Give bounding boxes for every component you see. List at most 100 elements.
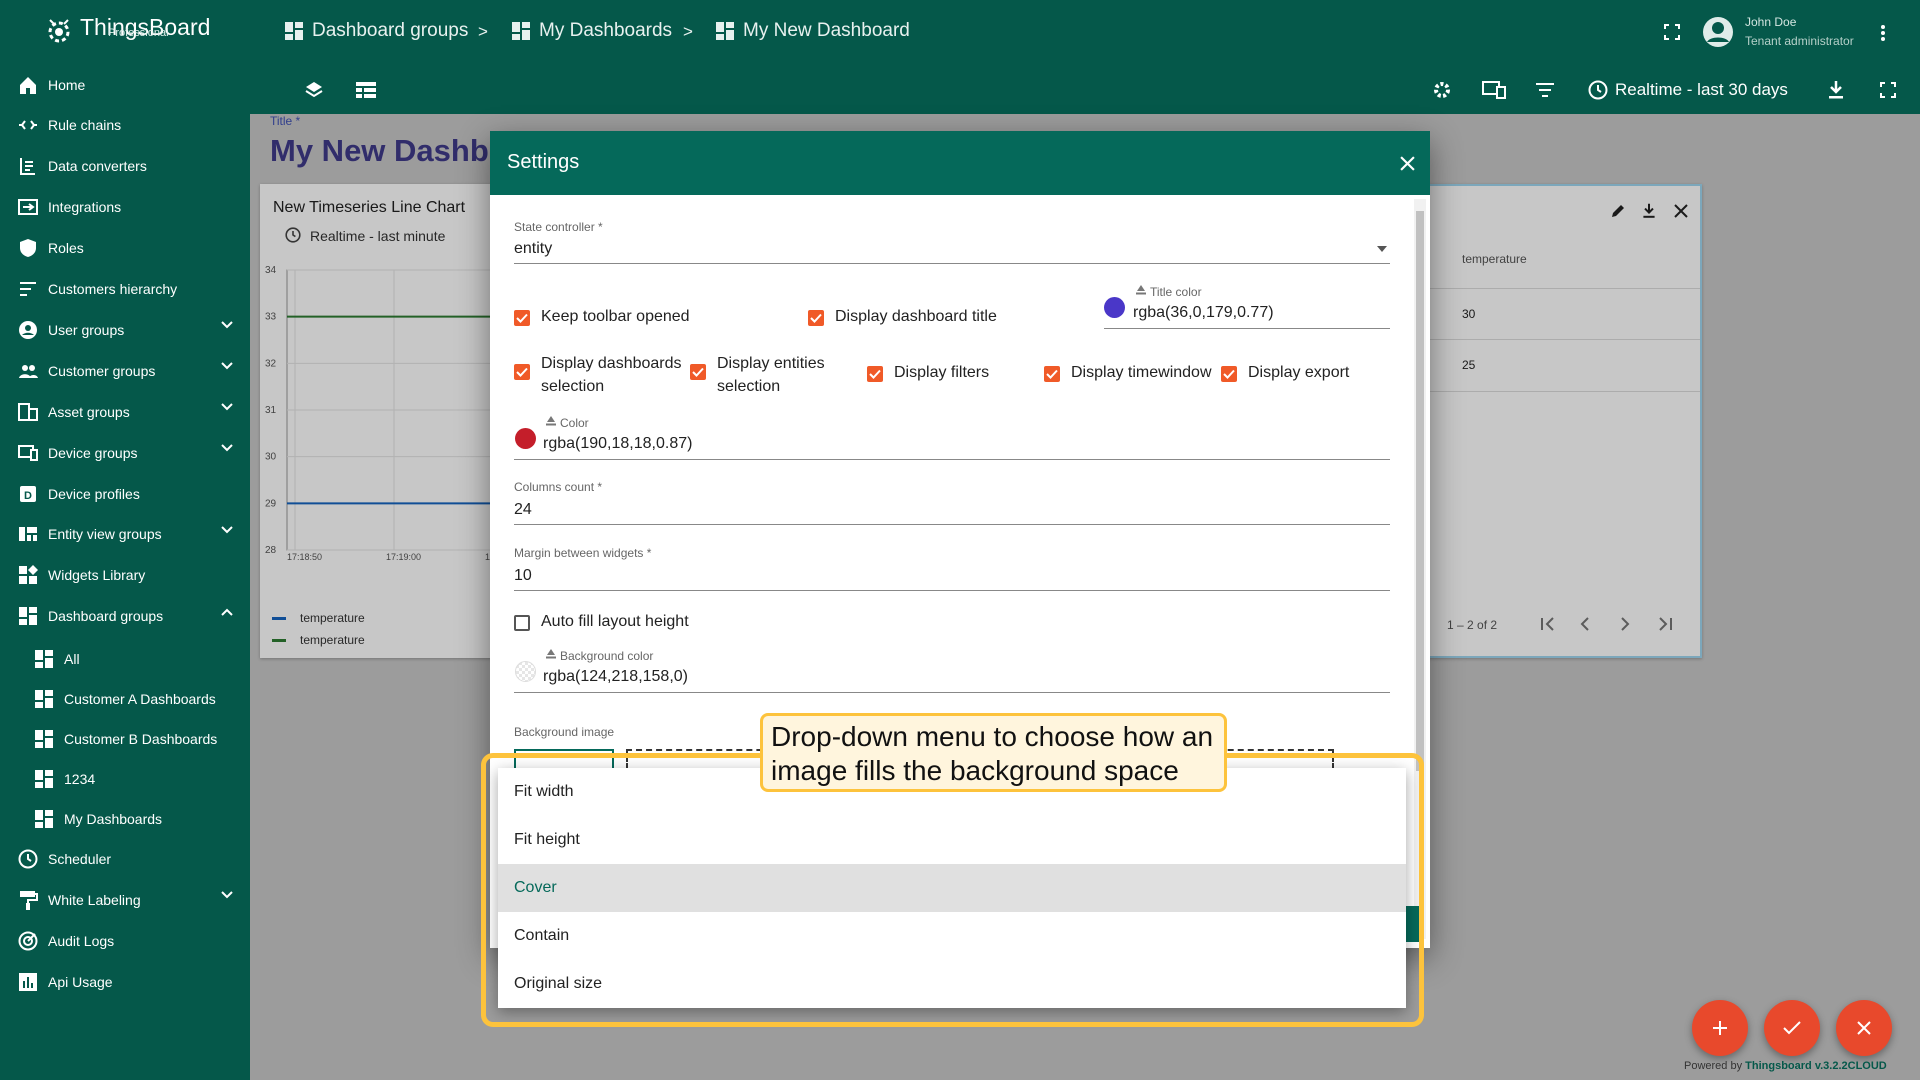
title-color-swatch[interactable] bbox=[1104, 297, 1125, 318]
data-converters-icon bbox=[17, 155, 39, 177]
shield-icon bbox=[17, 237, 39, 259]
checkbox-unchecked-icon bbox=[514, 615, 530, 631]
sidebar-item-customer-groups[interactable]: Customer groups bbox=[0, 350, 250, 391]
sidebar-item-label: Customer groups bbox=[48, 362, 156, 379]
dropdown-arrow-icon[interactable] bbox=[1377, 246, 1387, 252]
format-color-icon bbox=[1135, 283, 1147, 295]
display-dashboards-selection-checkbox[interactable]: Display dashboards selection bbox=[514, 352, 694, 398]
color-swatch[interactable] bbox=[515, 428, 536, 449]
keep-toolbar-opened-checkbox[interactable]: Keep toolbar opened bbox=[514, 308, 690, 326]
thingsboard-logo-icon bbox=[48, 19, 70, 43]
display-filters-checkbox[interactable]: Display filters bbox=[867, 364, 989, 382]
rule-chains-icon bbox=[17, 114, 39, 136]
sidebar-item-white-labeling[interactable]: White Labeling bbox=[0, 879, 250, 920]
columns-count-label: Columns count * bbox=[514, 480, 603, 494]
close-icon[interactable] bbox=[1400, 156, 1415, 171]
display-dashboard-title-checkbox[interactable]: Display dashboard title bbox=[808, 308, 997, 326]
format-paint-icon bbox=[17, 889, 39, 911]
sidebar-item-entity-view-groups[interactable]: Entity view groups bbox=[0, 514, 250, 555]
sidebar-item-customer-a-dashboards[interactable]: Customer A Dashboards bbox=[0, 678, 250, 719]
sidebar-item-scheduler[interactable]: Scheduler bbox=[0, 838, 250, 879]
add-widget-button[interactable] bbox=[1692, 1000, 1748, 1056]
sidebar-item-data-converters[interactable]: Data converters bbox=[0, 146, 250, 187]
sidebar-item-device-groups[interactable]: Device groups bbox=[0, 432, 250, 473]
scrollbar-thumb[interactable] bbox=[1416, 211, 1424, 771]
sidebar: ThingsBoard Professional Home Rule chains… bbox=[0, 0, 250, 1080]
background-color-label: Background color bbox=[560, 649, 654, 663]
chevron-up-icon[interactable] bbox=[221, 608, 233, 616]
sidebar-item-asset-groups[interactable]: Asset groups bbox=[0, 391, 250, 432]
display-entities-selection-checkbox[interactable]: Display entities selection bbox=[690, 352, 850, 398]
download-icon[interactable] bbox=[1828, 80, 1844, 100]
user-role: Tenant administrator bbox=[1745, 34, 1854, 48]
sidebar-item-label: Rule chains bbox=[48, 117, 122, 134]
display-export-checkbox[interactable]: Display export bbox=[1221, 364, 1349, 382]
title-color-input[interactable]: rgba(36,0,179,0.77) bbox=[1133, 304, 1274, 322]
margin-input[interactable]: 10 bbox=[514, 567, 532, 585]
track-changes-icon bbox=[17, 930, 39, 952]
sidebar-item-audit-logs[interactable]: Audit Logs bbox=[0, 920, 250, 961]
breadcrumb-my-dashboards[interactable]: My Dashboards bbox=[511, 20, 672, 42]
columns-count-input[interactable]: 24 bbox=[514, 501, 532, 519]
more-vert-icon[interactable] bbox=[1880, 24, 1886, 42]
fullscreen-icon[interactable] bbox=[1664, 24, 1680, 40]
color-input[interactable]: rgba(190,18,18,0.87) bbox=[543, 435, 692, 453]
view-quilt-icon bbox=[17, 523, 39, 545]
chevron-down-icon[interactable] bbox=[221, 444, 233, 452]
sidebar-item-customer-b-dashboards[interactable]: Customer B Dashboards bbox=[0, 718, 250, 759]
apply-changes-button[interactable] bbox=[1764, 1000, 1820, 1056]
settings-gear-icon[interactable] bbox=[1432, 80, 1452, 100]
chevron-down-icon[interactable] bbox=[221, 321, 233, 329]
highlight-frame bbox=[481, 753, 1424, 1027]
timewindow-selector[interactable]: Realtime - last 30 days bbox=[1615, 80, 1788, 100]
breadcrumb-my-new-dashboard[interactable]: My New Dashboard bbox=[715, 20, 910, 42]
annotation-callout: Drop-down menu to choose how an image fi… bbox=[760, 713, 1227, 792]
sidebar-item-api-usage[interactable]: Api Usage bbox=[0, 961, 250, 1002]
chevron-down-icon[interactable] bbox=[221, 891, 233, 899]
background-image-label: Background image bbox=[514, 725, 615, 739]
state-controller-select[interactable]: entity bbox=[514, 240, 552, 258]
sidebar-item-device-profiles[interactable]: D Device profiles bbox=[0, 473, 250, 514]
background-color-swatch[interactable] bbox=[515, 661, 536, 682]
check-icon bbox=[1783, 1021, 1801, 1035]
sidebar-item-widgets-library[interactable]: Widgets Library bbox=[0, 555, 250, 596]
sidebar-item-label: Home bbox=[48, 76, 86, 93]
filter-list-icon[interactable] bbox=[1536, 83, 1554, 97]
layers-icon[interactable] bbox=[304, 80, 324, 100]
chevron-down-icon[interactable] bbox=[221, 526, 233, 534]
schedule-icon bbox=[17, 848, 39, 870]
breadcrumb-dashboard-groups[interactable]: Dashboard groups bbox=[284, 20, 468, 42]
sidebar-item-rule-chains[interactable]: Rule chains bbox=[0, 105, 250, 146]
format-color-icon bbox=[545, 414, 557, 426]
sidebar-item-1234[interactable]: 1234 bbox=[0, 758, 250, 799]
sidebar-item-integrations[interactable]: Integrations bbox=[0, 187, 250, 228]
user-name: John Doe bbox=[1745, 15, 1797, 29]
background-color-input[interactable]: rgba(124,218,158,0) bbox=[543, 668, 688, 686]
sidebar-item-roles[interactable]: Roles bbox=[0, 228, 250, 269]
account-circle-icon bbox=[17, 319, 39, 341]
sidebar-item-user-groups[interactable]: User groups bbox=[0, 309, 250, 350]
breadcrumb-separator: > bbox=[478, 22, 488, 41]
fullscreen-icon[interactable] bbox=[1880, 82, 1896, 98]
sidebar-item-home[interactable]: Home bbox=[0, 64, 250, 105]
display-timewindow-checkbox[interactable]: Display timewindow bbox=[1044, 364, 1212, 382]
powered-by-prefix: Powered by bbox=[1684, 1060, 1746, 1072]
dialog-title: Settings bbox=[507, 151, 580, 173]
plus-icon bbox=[1712, 1020, 1728, 1036]
devices-icon[interactable] bbox=[1482, 81, 1506, 99]
checkbox-label: Display timewindow bbox=[1071, 364, 1212, 381]
breadcrumb-label: My Dashboards bbox=[539, 20, 673, 41]
breadcrumb-separator: > bbox=[683, 22, 693, 41]
chevron-down-icon[interactable] bbox=[221, 362, 233, 370]
sidebar-item-all[interactable]: All bbox=[0, 638, 250, 679]
chevron-down-icon[interactable] bbox=[221, 403, 233, 411]
sidebar-item-dashboard-groups[interactable]: Dashboard groups bbox=[0, 596, 250, 637]
avatar[interactable] bbox=[1702, 16, 1734, 48]
sidebar-item-customers-hierarchy[interactable]: Customers hierarchy bbox=[0, 269, 250, 310]
powered-by-link[interactable]: Thingsboard v.3.2.2CLOUD bbox=[1745, 1060, 1887, 1072]
decline-changes-button[interactable] bbox=[1836, 1000, 1892, 1056]
auto-fill-layout-height-checkbox[interactable]: Auto fill layout height bbox=[514, 613, 689, 631]
view-list-icon[interactable] bbox=[356, 82, 376, 98]
sidebar-item-my-dashboards[interactable]: My Dashboards bbox=[0, 798, 250, 839]
sidebar-item-label: Customer B Dashboards bbox=[64, 730, 218, 747]
